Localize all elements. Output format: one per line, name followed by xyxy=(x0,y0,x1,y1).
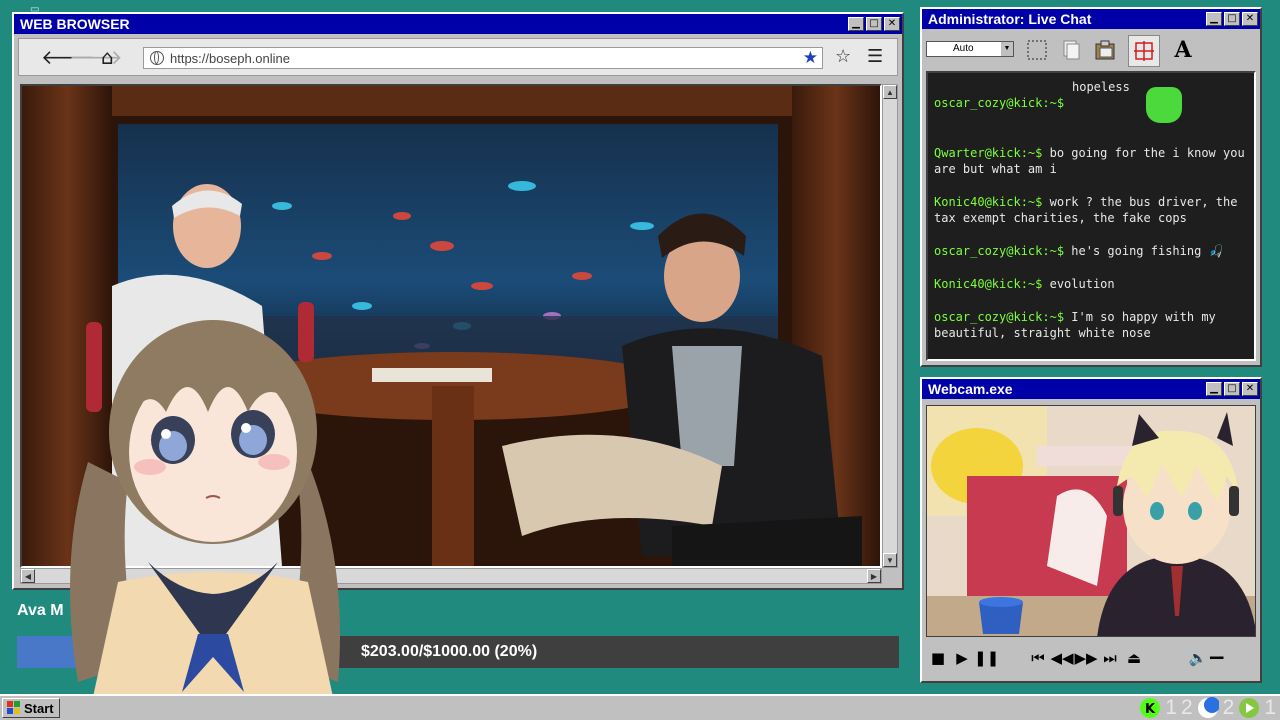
volume-slider[interactable]: ━╸ xyxy=(1210,649,1240,667)
volume-icon[interactable]: 🔈 xyxy=(1186,649,1210,667)
rewind-icon[interactable]: ◀◀ xyxy=(1050,649,1074,667)
system-tray: K 1 2 2 1 xyxy=(1139,696,1276,720)
tray-count: 2 xyxy=(1222,696,1235,719)
eject-icon[interactable]: ⏏ xyxy=(1122,649,1146,667)
tray-count: 2 xyxy=(1180,696,1193,719)
maximize-button[interactable]: □ xyxy=(866,17,882,31)
kick-logo-icon[interactable]: K xyxy=(1139,697,1161,719)
chat-message: oscar_cozy@kick:~$ xyxy=(934,95,1248,111)
donation-progress-text: $203.00/$1000.00 (20%) xyxy=(361,643,538,660)
text-tool-icon[interactable]: A xyxy=(1168,35,1198,65)
close-button[interactable]: ✕ xyxy=(884,17,900,31)
chat-username: oscar_cozy@kick:~$ xyxy=(934,244,1065,258)
maximize-button[interactable]: □ xyxy=(1224,382,1240,396)
tray-count: 1 xyxy=(1264,696,1276,719)
taskbar: Start K 1 2 2 1 xyxy=(0,694,1280,720)
globe-icon xyxy=(150,51,164,65)
chevron-down-icon: ▼ xyxy=(1001,42,1013,56)
chat-text: he's going fishing xyxy=(1071,244,1202,258)
select-tool-icon[interactable] xyxy=(1022,35,1052,65)
fishing-emote-icon: 🎣 xyxy=(1208,244,1224,258)
chat-log[interactable]: hopeless oscar_cozy@kick:~$ Qwarter@kick… xyxy=(926,71,1256,361)
live-chat-window: Administrator: Live Chat ▁ □ ✕ Auto ▼ A … xyxy=(920,7,1262,367)
start-label: Start xyxy=(24,700,54,716)
scroll-right-arrow-icon[interactable]: ▶ xyxy=(867,569,881,583)
desktop-edge: ▭ xyxy=(0,0,39,690)
menu-hamburger-icon[interactable]: ☰ xyxy=(867,46,883,68)
stop-icon[interactable]: ■ xyxy=(926,649,950,667)
webcam-titlebar[interactable]: Webcam.exe ▁ □ ✕ xyxy=(922,379,1260,399)
chat-titlebar[interactable]: Administrator: Live Chat ▁ □ ✕ xyxy=(922,9,1260,29)
browser-titlebar[interactable]: WEB BROWSER ▁ □ ✕ xyxy=(14,14,902,34)
start-button[interactable]: Start xyxy=(2,698,60,718)
browser-toolbar: 🡐 🡒 ⌂ https://boseph.online ★ ☆ ☰ xyxy=(18,38,898,76)
windows-logo-icon xyxy=(7,701,20,714)
vertical-scrollbar[interactable]: ▲ ▼ xyxy=(882,84,898,568)
minimize-button[interactable]: ▁ xyxy=(1206,382,1222,396)
chat-message: oscar_cozy@kick:~$ he's going fishing 🎣 xyxy=(934,243,1248,259)
forward-arrow-icon[interactable]: 🡒 xyxy=(69,46,123,68)
vtuber-avatar xyxy=(70,302,340,720)
chat-username: Konic40@kick:~$ xyxy=(934,277,1043,291)
minimize-button[interactable]: ▁ xyxy=(1206,12,1222,26)
home-icon[interactable]: ⌂ xyxy=(101,46,114,68)
skip-forward-icon[interactable]: ⏭ xyxy=(1098,649,1122,667)
chat-message: Konic40@kick:~$ evolution xyxy=(934,276,1248,292)
copy-icon[interactable] xyxy=(1056,35,1086,65)
scroll-down-arrow-icon[interactable]: ▼ xyxy=(883,553,897,567)
maximize-button[interactable]: □ xyxy=(1224,12,1240,26)
webcam-window: Webcam.exe ▁ □ ✕ ■ ▶ ❚❚ ⏮ ◀◀ ▶▶ ⏭ ⏏ 🔈 ━╸ xyxy=(920,377,1262,683)
rumble-logo-icon[interactable] xyxy=(1238,697,1260,719)
move-tool-icon[interactable] xyxy=(1128,35,1160,67)
zoom-select-value: Auto xyxy=(953,43,974,54)
zoom-select[interactable]: Auto ▼ xyxy=(926,41,1014,57)
chat-username: Konic40@kick:~$ xyxy=(934,195,1043,209)
minimize-button[interactable]: ▁ xyxy=(848,17,864,31)
play-icon[interactable]: ▶ xyxy=(950,649,974,667)
paste-icon[interactable] xyxy=(1090,35,1120,65)
chat-title: Administrator: Live Chat xyxy=(928,11,1092,27)
chat-username: oscar_cozy@kick:~$ xyxy=(934,96,1065,110)
chat-message: oscar_cozy@kick:~$ I'm so happy with my … xyxy=(934,309,1248,341)
close-button[interactable]: ✕ xyxy=(1242,382,1258,396)
bookmark-star-filled-icon[interactable]: ★ xyxy=(803,48,818,68)
browser-title: WEB BROWSER xyxy=(20,16,130,32)
svg-text:K: K xyxy=(1145,702,1156,717)
chat-toolbar: Auto ▼ A xyxy=(926,33,1256,67)
favorites-star-icon[interactable]: ☆ xyxy=(835,46,851,68)
scroll-left-arrow-icon[interactable]: ◀ xyxy=(21,569,35,583)
url-text: https://boseph.online xyxy=(170,50,290,66)
chat-message: Konic40@kick:~$ work ? the bus driver, t… xyxy=(934,194,1248,226)
chat-username: oscar_cozy@kick:~$ xyxy=(934,310,1065,324)
webcam-illustration xyxy=(927,406,1255,636)
address-bar[interactable]: https://boseph.online ★ xyxy=(143,47,823,69)
chat-message: Qwarter@kick:~$ bo going for the i know … xyxy=(934,145,1248,177)
webcam-title: Webcam.exe xyxy=(928,381,1013,397)
moon-icon[interactable] xyxy=(1197,697,1219,719)
pause-icon[interactable]: ❚❚ xyxy=(974,649,999,667)
green-emote-icon xyxy=(1146,87,1182,123)
scroll-up-arrow-icon[interactable]: ▲ xyxy=(883,85,897,99)
chat-partial-text: hopeless xyxy=(1072,80,1130,94)
chat-username: Qwarter@kick:~$ xyxy=(934,146,1043,160)
tray-count: 1 xyxy=(1165,696,1177,719)
webcam-view xyxy=(926,405,1256,637)
chat-text: evolution xyxy=(1049,277,1115,291)
close-button[interactable]: ✕ xyxy=(1242,12,1258,26)
skip-back-icon[interactable]: ⏮ xyxy=(1026,649,1050,667)
media-player-controls: ■ ▶ ❚❚ ⏮ ◀◀ ▶▶ ⏭ ⏏ 🔈 ━╸ xyxy=(926,643,1256,673)
fast-forward-icon[interactable]: ▶▶ xyxy=(1074,649,1098,667)
